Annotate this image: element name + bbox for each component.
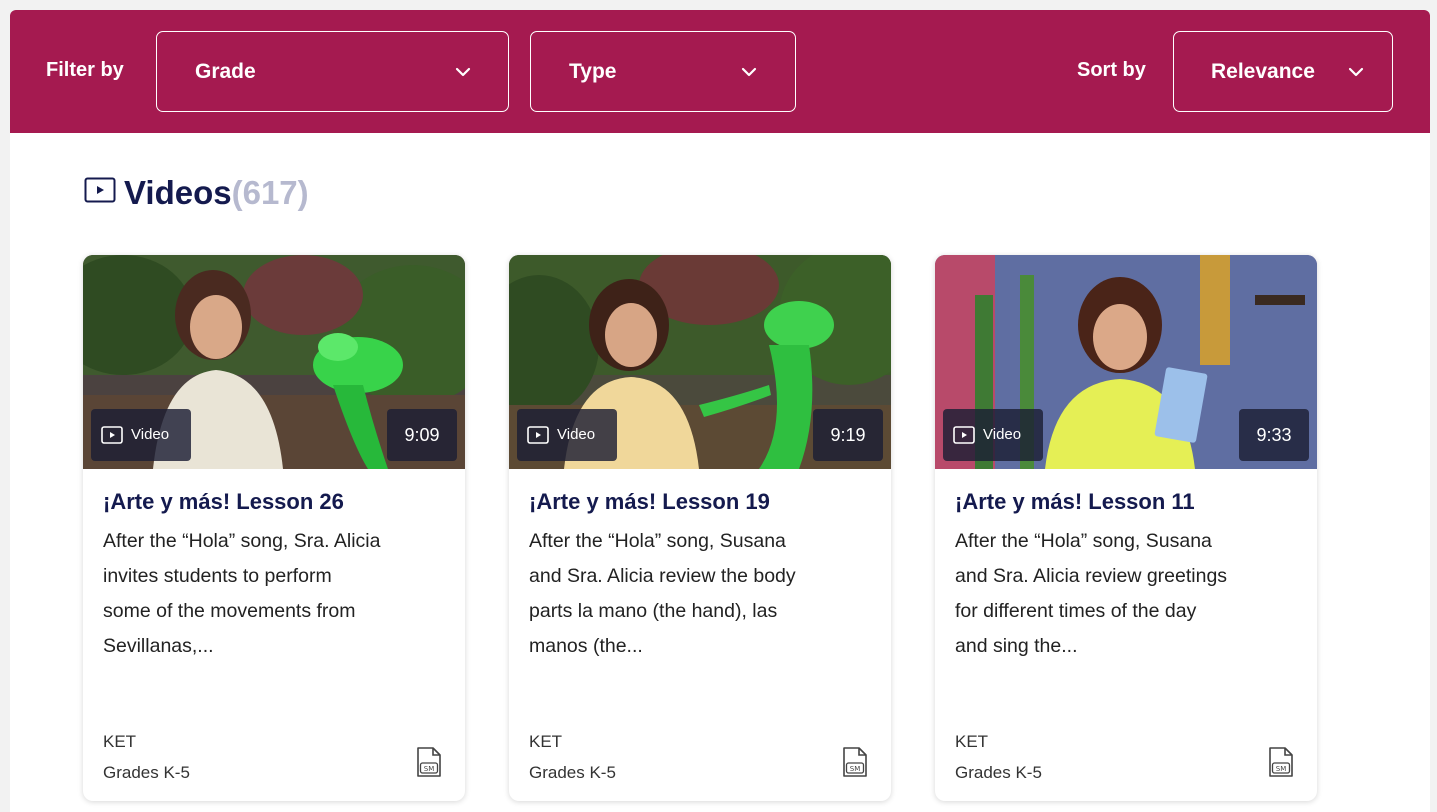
card-title[interactable]: ¡Arte y más! Lesson 19 xyxy=(529,488,770,516)
play-box-icon xyxy=(84,177,116,203)
sort-select-value: Relevance xyxy=(1211,60,1315,83)
svg-text:SM: SM xyxy=(850,765,860,773)
video-thumbnail[interactable]: Video 9:19 xyxy=(509,255,891,469)
grade-select-value: Grade xyxy=(195,60,256,83)
play-box-icon xyxy=(953,426,975,444)
video-thumbnail[interactable]: Video 9:09 xyxy=(83,255,465,469)
card-provider: KET xyxy=(103,732,137,751)
sort-select[interactable]: Relevance xyxy=(1173,31,1393,112)
card-description: After the “Hola” song, Susana and Sra. A… xyxy=(529,530,796,657)
video-card[interactable]: Video 9:33 ¡Arte y más! Lesson 11 After … xyxy=(935,255,1317,801)
video-card[interactable]: Video 9:09 ¡Arte y más! Lesson 26 After … xyxy=(83,255,465,801)
sm-file-icon: SM xyxy=(1269,747,1293,777)
type-badge-label: Video xyxy=(557,426,596,443)
type-select[interactable]: Type xyxy=(530,31,796,112)
type-badge: Video xyxy=(91,409,191,461)
type-badge-label: Video xyxy=(983,426,1022,443)
type-badge: Video xyxy=(517,409,617,461)
card-provider: KET xyxy=(529,732,563,751)
svg-text:SM: SM xyxy=(424,765,434,773)
play-box-icon xyxy=(527,426,549,444)
page: Filter by Grade Type Sort by Relevance V… xyxy=(10,10,1430,812)
card-grades: Grades K-5 xyxy=(529,763,616,782)
sm-file-icon: SM xyxy=(843,747,867,777)
duration-badge: 9:09 xyxy=(387,409,457,461)
filter-bar: Filter by Grade Type Sort by Relevance xyxy=(10,10,1430,133)
svg-text:SM: SM xyxy=(1276,765,1286,773)
type-badge-label: Video xyxy=(131,426,170,443)
sort-by-label: Sort by xyxy=(1077,59,1146,81)
section-title: Videos(617) xyxy=(124,174,309,211)
card-description: After the “Hola” song, Susana and Sra. A… xyxy=(955,530,1228,657)
type-select-value: Type xyxy=(569,60,617,83)
video-thumbnail[interactable]: Video 9:33 xyxy=(935,255,1317,469)
card-provider: KET xyxy=(955,732,989,751)
card-title[interactable]: ¡Arte y más! Lesson 26 xyxy=(103,488,344,516)
card-grades: Grades K-5 xyxy=(103,763,190,782)
chevron-down-icon xyxy=(741,67,757,77)
grade-select[interactable]: Grade xyxy=(156,31,509,112)
chevron-down-icon xyxy=(1348,67,1364,77)
duration-badge: 9:33 xyxy=(1239,409,1309,461)
filter-by-label: Filter by xyxy=(46,59,124,81)
chevron-down-icon xyxy=(455,67,471,77)
video-card[interactable]: Video 9:19 ¡Arte y más! Lesson 19 After … xyxy=(509,255,891,801)
section-count: (617) xyxy=(231,174,309,211)
sm-file-icon: SM xyxy=(417,747,441,777)
card-title[interactable]: ¡Arte y más! Lesson 11 xyxy=(955,488,1195,516)
card-grades: Grades K-5 xyxy=(955,763,1042,782)
card-description: After the “Hola” song, Sra. Alicia invit… xyxy=(103,530,381,657)
play-box-icon xyxy=(101,426,123,444)
type-badge: Video xyxy=(943,409,1043,461)
duration-badge: 9:19 xyxy=(813,409,883,461)
